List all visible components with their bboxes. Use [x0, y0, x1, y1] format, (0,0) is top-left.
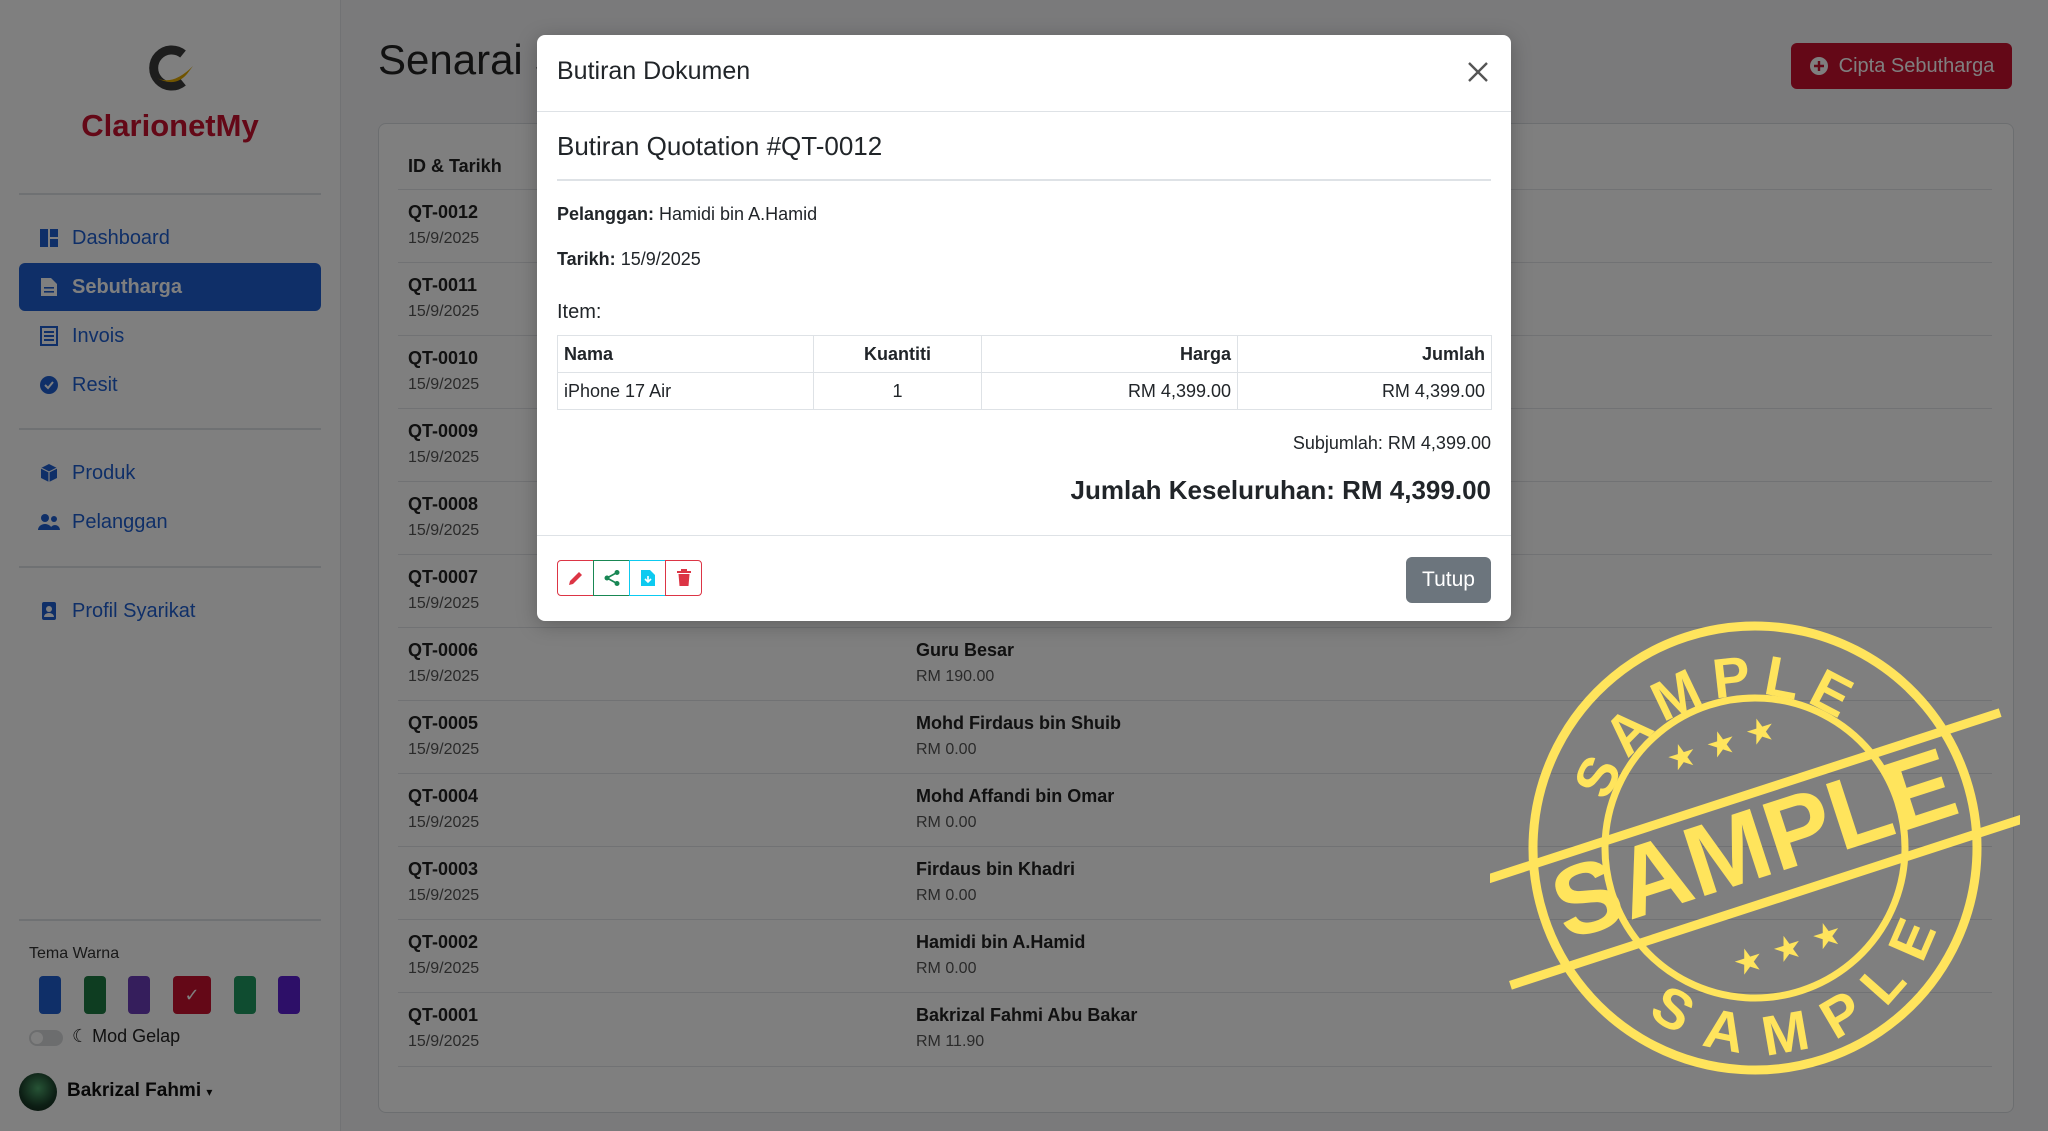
- date-info: Tarikh: 15/9/2025: [557, 249, 701, 270]
- modal-footer: Tutup: [537, 535, 1511, 622]
- items-label: Item:: [557, 301, 602, 323]
- item-price: RM 4,399.00: [981, 372, 1238, 410]
- close-button[interactable]: Tutup: [1406, 557, 1491, 603]
- date-label: Tarikh:: [557, 249, 616, 269]
- delete-button[interactable]: [665, 560, 702, 596]
- document-title: Butiran Quotation #QT-0012: [557, 131, 883, 161]
- download-file-icon: [640, 570, 655, 586]
- customer-info: Pelanggan: Hamidi bin A.Hamid: [557, 204, 817, 225]
- pencil-icon: [568, 572, 582, 585]
- action-button-group: [557, 560, 702, 596]
- close-icon[interactable]: [1465, 59, 1491, 85]
- customer-value: Hamidi bin A.Hamid: [659, 204, 818, 224]
- edit-button[interactable]: [557, 560, 594, 596]
- trash-icon: [676, 569, 691, 586]
- document-detail-modal: Butiran Dokumen Butiran Quotation #QT-00…: [537, 35, 1511, 621]
- date-value: 15/9/2025: [620, 249, 701, 269]
- divider: [557, 179, 1491, 181]
- subtotal: Subjumlah: RM 4,399.00: [1292, 433, 1491, 453]
- item-name: iPhone 17 Air: [557, 372, 814, 410]
- item-qty: 1: [813, 372, 982, 410]
- items-table: Nama Kuantiti Harga Jumlah iPhone 17 Air…: [557, 335, 1492, 410]
- item-total: RM 4,399.00: [1237, 372, 1492, 410]
- download-button[interactable]: [629, 560, 666, 596]
- header-kuantiti: Kuantiti: [813, 335, 982, 373]
- sample-stamp-watermark: SAMPLE SAMPLE SAMPLE ★ ★ ★ ★ ★ ★: [1490, 620, 2020, 1080]
- header-jumlah: Jumlah: [1237, 335, 1492, 373]
- items-table-row: iPhone 17 Air 1 RM 4,399.00 RM 4,399.00: [557, 372, 1492, 410]
- modal-header: Butiran Dokumen: [537, 35, 1511, 112]
- header-nama: Nama: [557, 335, 814, 373]
- header-harga: Harga: [981, 335, 1238, 373]
- share-button[interactable]: [593, 560, 630, 596]
- grand-total: Jumlah Keseluruhan: RM 4,399.00: [1070, 475, 1491, 505]
- share-icon: [604, 570, 619, 586]
- items-table-header: Nama Kuantiti Harga Jumlah: [557, 335, 1492, 373]
- modal-title: Butiran Dokumen: [557, 57, 751, 85]
- customer-label: Pelanggan:: [557, 204, 655, 224]
